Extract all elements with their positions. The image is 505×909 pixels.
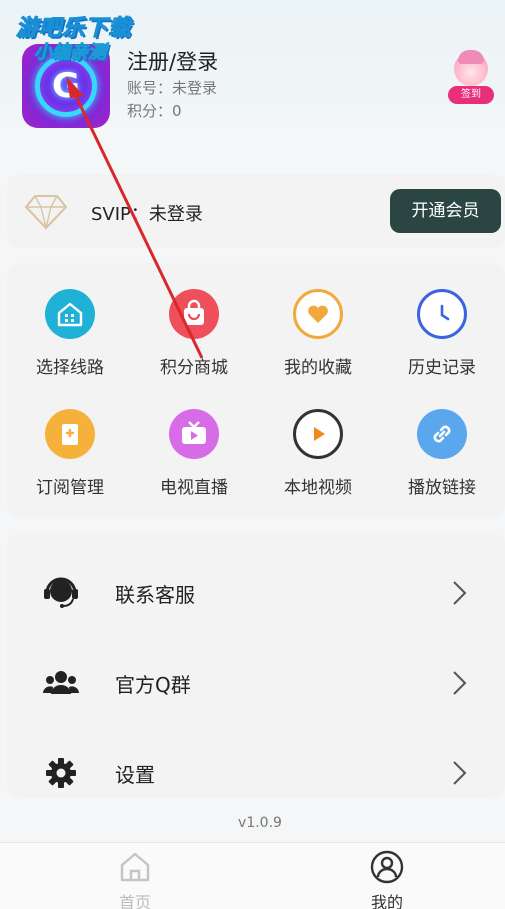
heart-icon [293,289,343,339]
shopping-bag-icon [169,289,219,339]
list-label: 官方Q群 [115,673,191,697]
feature-grid: 选择线路 积分商城 我的收藏 历史记录 订阅管理 电视直播 本地视频 播放链接 [7,263,505,517]
play-circle-icon [293,409,343,459]
profile-header: G 游吧乐下载 小编亲测 注册/登录 账号：未登录 积分：0 签到 [0,0,505,160]
headset-icon [41,575,81,611]
grid-label: 历史记录 [408,358,476,378]
list-label: 联系客服 [115,583,195,607]
checkin-mascot-icon [454,50,488,86]
list-label: 设置 [115,763,155,787]
app-logo-letter: G [52,66,80,106]
user-icon [370,850,404,884]
grid-label: 订阅管理 [36,478,104,498]
home-icon [120,852,150,882]
grid-item-history[interactable]: 历史记录 [387,265,497,378]
clock-icon [417,289,467,339]
points-status: 积分：0 [127,102,182,120]
grid-item-local-video[interactable]: 本地视频 [263,385,373,498]
link-icon [417,409,467,459]
list-item-customer-service[interactable]: 联系客服 [7,563,505,623]
grid-item-subscriptions[interactable]: 订阅管理 [15,385,125,498]
grid-item-live-tv[interactable]: 电视直播 [139,385,249,498]
grid-label: 我的收藏 [284,358,352,378]
grid-label: 积分商城 [160,358,228,378]
grid-label: 选择线路 [36,358,104,378]
tv-icon [169,409,219,459]
svip-card: SVIP：未登录 开通会员 [7,174,505,248]
app-version: v1.0.9 [238,815,282,831]
diamond-icon [24,195,68,230]
group-icon [41,665,81,701]
gear-icon [41,755,81,791]
tab-home[interactable]: 首页 [75,843,195,909]
chevron-right-icon [453,671,467,695]
list-item-settings[interactable]: 设置 [7,743,505,798]
grid-label: 电视直播 [160,478,228,498]
bottom-nav: 首页 我的 [0,842,505,909]
grid-item-play-link[interactable]: 播放链接 [387,385,497,498]
grid-item-select-route[interactable]: 选择线路 [15,265,125,378]
list-item-official-qq-group[interactable]: 官方Q群 [7,653,505,713]
checkin-label: 签到 [448,86,494,104]
subscribe-icon [45,409,95,459]
chevron-right-icon [453,581,467,605]
grid-item-favorites[interactable]: 我的收藏 [263,265,373,378]
grid-label: 本地视频 [284,478,352,498]
tab-mine-label: 我的 [370,893,403,909]
settings-list: 联系客服 官方Q群 设置 [7,533,505,798]
checkin-button[interactable]: 签到 [446,50,496,106]
tab-mine[interactable]: 我的 [327,843,447,909]
grid-label: 播放链接 [408,478,476,498]
tab-home-label: 首页 [118,893,151,909]
svip-status: SVIP：未登录 [91,204,203,225]
open-vip-button[interactable]: 开通会员 [390,189,501,233]
grid-item-points-mall[interactable]: 积分商城 [139,265,249,378]
login-register-link[interactable]: 注册/登录 [127,46,218,76]
watermark-line2: 小编亲测 [34,42,107,64]
chevron-right-icon [453,761,467,785]
home-building-icon [45,289,95,339]
account-status: 账号：未登录 [127,79,218,97]
